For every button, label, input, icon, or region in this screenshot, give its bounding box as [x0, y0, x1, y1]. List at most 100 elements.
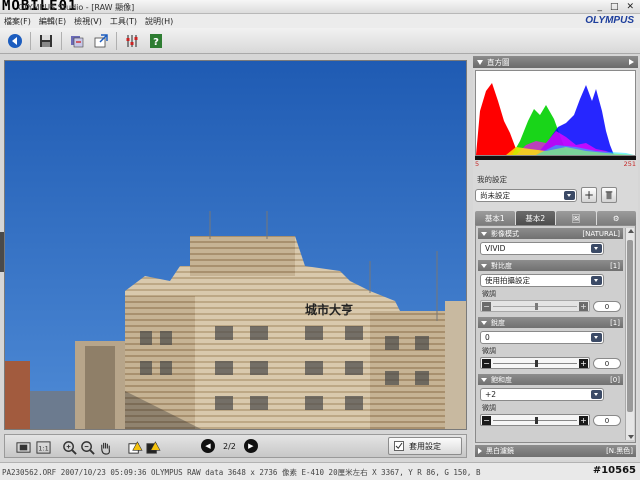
menu-tools[interactable]: 工具(T)	[110, 16, 137, 27]
section-header[interactable]: 影像模式 [NATURAL]	[478, 228, 623, 239]
sharpness-select[interactable]: 0	[480, 331, 604, 344]
menu-view[interactable]: 檢視(V)	[74, 16, 102, 27]
picture-mode-select[interactable]: VIVID	[480, 242, 604, 255]
previous-page-button[interactable]: ◀	[201, 439, 215, 453]
saturation-slider[interactable]: − +	[480, 414, 590, 426]
fine-tune-label: 微調	[482, 290, 496, 298]
expand-icon	[478, 448, 482, 454]
fine-tune-label: 微調	[482, 347, 496, 355]
section-header[interactable]: 銳度 [1]	[478, 317, 623, 328]
collapse-icon	[481, 231, 487, 236]
contrast-value-field[interactable]: 0	[593, 300, 621, 312]
section-title: 對比度	[491, 261, 512, 270]
section-title: 影像模式	[491, 229, 519, 238]
plus-icon[interactable]: +	[579, 301, 588, 311]
scroll-up-icon[interactable]	[627, 229, 634, 233]
histogram-header[interactable]: 直方圖	[473, 56, 638, 68]
building-sign: 城市大亨	[305, 302, 353, 317]
saturation-select[interactable]: +2	[480, 388, 604, 401]
batch-convert-button[interactable]	[68, 32, 86, 50]
window-controls: _ □ ✕	[597, 2, 634, 12]
saturation-value-field[interactable]: 0	[593, 414, 621, 426]
shadow-warning-button[interactable]	[145, 439, 161, 455]
contrast-select[interactable]: 使用拍攝設定	[480, 274, 604, 287]
minimize-icon[interactable]: _	[597, 2, 602, 12]
tab-settings[interactable]: ⚙	[596, 211, 636, 225]
toolbar-separator	[61, 31, 62, 50]
menu-file[interactable]: 檔案(F)	[4, 16, 31, 27]
slider-thumb[interactable]	[535, 303, 538, 310]
monotone-filter-section[interactable]: 黑白濾鏡 [N.黑色]	[475, 445, 636, 457]
menu-help[interactable]: 說明(H)	[145, 16, 173, 27]
next-page-button[interactable]: ▶	[243, 439, 258, 453]
section-header[interactable]: 對比度 [1]	[478, 260, 623, 271]
watermark-id: #10565	[592, 465, 636, 476]
save-button[interactable]	[37, 32, 55, 50]
slider-thumb[interactable]	[535, 360, 538, 367]
sharpness-section: 銳度 [1] 0 微調 − + 0	[478, 317, 623, 372]
page-indicator: 2/2	[223, 441, 236, 451]
zoom-out-button[interactable]	[79, 439, 95, 455]
minus-icon[interactable]: −	[482, 358, 491, 368]
adjust-button[interactable]	[123, 32, 141, 50]
dropdown-icon	[591, 244, 602, 253]
dropdown-icon	[591, 390, 602, 399]
adjustment-panel: 直方圖 5 251 我的設定 尚未設定 + 基本1 基本2 🖼 ⚙ 影像模式 […	[473, 56, 638, 460]
back-button[interactable]	[6, 32, 24, 50]
zoom-in-icon	[62, 440, 77, 455]
collapse-icon	[481, 377, 487, 382]
tab-image[interactable]: 🖼	[556, 211, 596, 225]
histogram	[475, 70, 636, 156]
svg-text:?: ?	[153, 37, 159, 48]
zoom-out-icon	[80, 440, 95, 455]
preset-label: 我的設定	[477, 175, 507, 184]
actual-size-button[interactable]: 1:1	[35, 439, 51, 455]
panel-tabs: 基本1 基本2 🖼 ⚙	[475, 211, 636, 225]
slider-thumb[interactable]	[535, 417, 538, 424]
scroll-down-icon[interactable]	[627, 435, 634, 439]
section-header[interactable]: 飽和度 [0]	[478, 374, 623, 385]
fit-window-button[interactable]	[15, 439, 31, 455]
picture-mode-section: 影像模式 [NATURAL] VIVID	[478, 228, 623, 258]
image-preview[interactable]: 城市大亨	[4, 60, 467, 430]
plus-icon[interactable]: +	[579, 415, 588, 425]
maximize-icon[interactable]: □	[610, 2, 619, 12]
help-button[interactable]: ?	[147, 32, 165, 50]
plus-icon[interactable]: +	[579, 358, 588, 368]
apply-settings-button[interactable]: 套用設定	[388, 437, 462, 455]
page-navigator: ◀ 2/2 ▶	[201, 439, 258, 453]
collapse-icon	[481, 320, 487, 325]
scrollbar-thumb[interactable]	[627, 240, 633, 412]
brand-logo: OLYMPUS	[585, 15, 634, 26]
minus-icon[interactable]: −	[482, 301, 491, 311]
delete-preset-button[interactable]	[601, 187, 617, 203]
sharpness-slider[interactable]: − +	[480, 357, 590, 369]
histogram-min: 5	[475, 160, 480, 168]
panel-scrollbar[interactable]	[625, 228, 634, 440]
zoom-in-button[interactable]	[61, 439, 77, 455]
menu-edit[interactable]: 編輯(E)	[39, 16, 66, 27]
highlight-warning-icon	[127, 440, 143, 454]
close-icon[interactable]: ✕	[626, 2, 634, 12]
sharpness-value-field[interactable]: 0	[593, 357, 621, 369]
help-icon: ?	[150, 33, 162, 48]
pan-hand-button[interactable]	[97, 439, 113, 455]
saturation-section: 飽和度 [0] +2 微調 − + 0	[478, 374, 623, 429]
histogram-graph	[476, 83, 634, 155]
export-button[interactable]	[92, 32, 110, 50]
add-preset-button[interactable]: +	[581, 187, 597, 203]
expand-icon	[629, 59, 634, 65]
tab-basic-2[interactable]: 基本2	[515, 211, 555, 225]
highlight-warning-button[interactable]	[127, 439, 143, 455]
contrast-slider[interactable]: − +	[480, 300, 590, 312]
collapse-icon	[481, 263, 487, 268]
tab-basic-1[interactable]: 基本1	[475, 211, 515, 225]
select-value: +2	[485, 390, 497, 399]
minus-icon[interactable]: −	[482, 415, 491, 425]
preset-select[interactable]: 尚未設定	[475, 188, 577, 202]
preset-value: 尚未設定	[480, 190, 510, 200]
select-value: 使用拍攝設定	[485, 276, 530, 285]
contrast-section: 對比度 [1] 使用拍攝設定 微調 − + 0	[478, 260, 623, 315]
window-title: OLYMPUS Studio - [RAW 顯像]	[18, 3, 135, 12]
section-value: [NATURAL]	[582, 229, 620, 238]
